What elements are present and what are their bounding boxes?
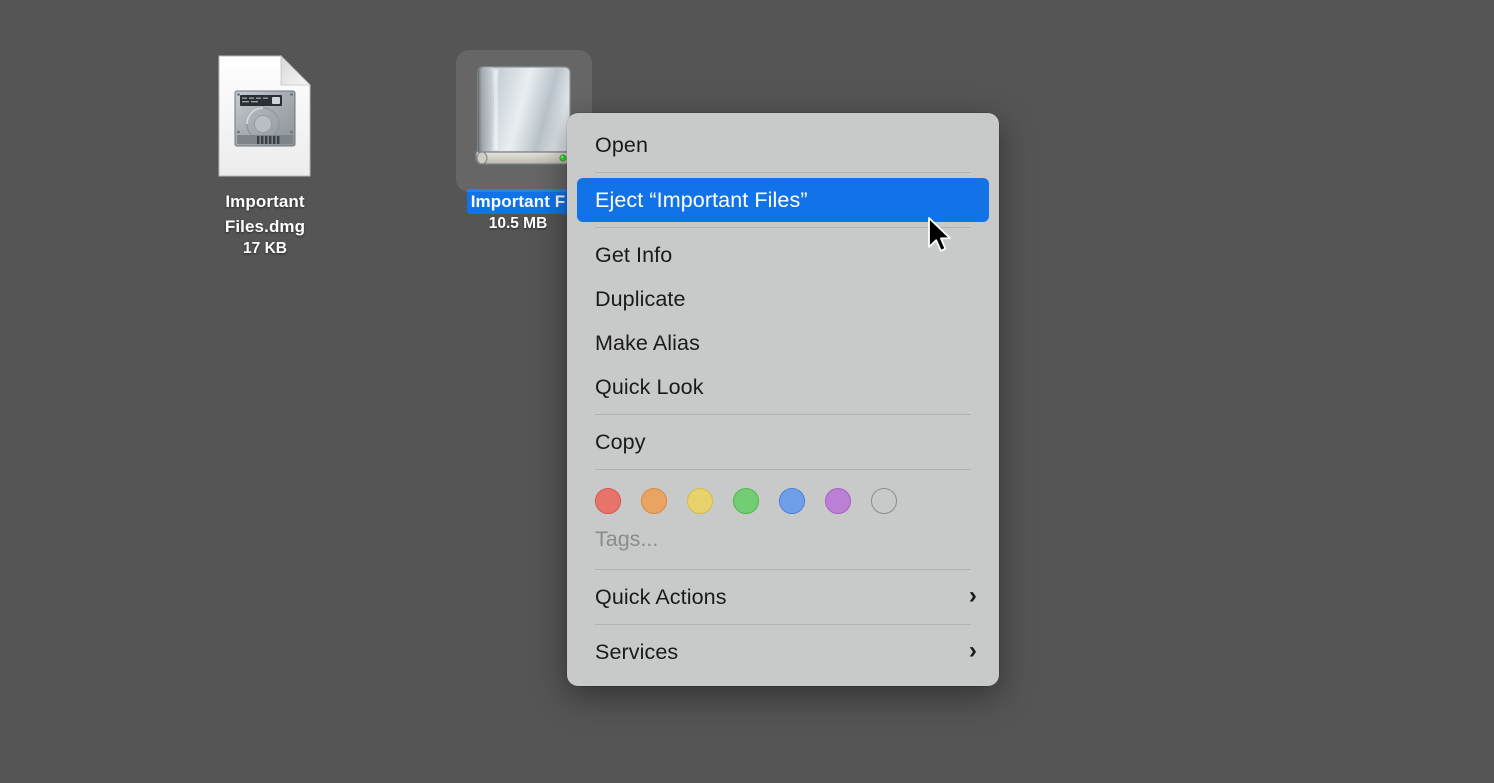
tag-swatch-row[interactable] <box>567 475 999 523</box>
disk-image-document-icon <box>201 52 329 180</box>
tag-swatch-blue[interactable] <box>779 488 805 514</box>
chevron-right-icon: › <box>968 637 977 664</box>
menu-item-services[interactable]: Services › <box>567 630 999 674</box>
menu-item-label: Make Alias <box>595 330 700 355</box>
chevron-right-icon: › <box>968 582 977 609</box>
menu-separator <box>595 414 971 415</box>
menu-item-label: Copy <box>595 429 646 454</box>
menu-item-duplicate[interactable]: Duplicate <box>567 277 999 321</box>
external-drive-icon <box>454 50 592 192</box>
menu-item-quick-actions[interactable]: Quick Actions › <box>567 575 999 619</box>
menu-item-open[interactable]: Open <box>567 123 999 167</box>
menu-item-label: Open <box>595 132 648 157</box>
menu-separator <box>595 469 971 470</box>
desktop-icon-important-files-dmg[interactable]: Important Files.dmg 17 KB <box>175 52 355 258</box>
menu-item-label: Services <box>595 639 679 664</box>
menu-item-eject[interactable]: Eject “Important Files” <box>577 178 989 222</box>
desktop-icon-label-selected: Important F <box>466 189 570 214</box>
tag-swatch-purple[interactable] <box>825 488 851 514</box>
menu-item-get-info[interactable]: Get Info <box>567 233 999 277</box>
menu-item-make-alias[interactable]: Make Alias <box>567 321 999 365</box>
menu-item-label: Quick Look <box>595 374 704 399</box>
menu-item-label: Get Info <box>595 242 673 267</box>
menu-item-label: Quick Actions <box>595 584 727 609</box>
tags-input[interactable]: Tags... <box>567 523 999 564</box>
menu-item-label: Eject “Important Files” <box>595 187 808 212</box>
context-menu[interactable]: Open Eject “Important Files” Get Info Du… <box>567 113 999 686</box>
tag-swatch-green[interactable] <box>733 488 759 514</box>
tag-swatch-none[interactable] <box>871 488 897 514</box>
menu-separator <box>595 624 971 625</box>
desktop-icon-size: 10.5 MB <box>488 215 548 232</box>
desktop-icon-label: Important Files.dmg <box>224 192 306 236</box>
menu-separator <box>595 569 971 570</box>
tag-swatch-orange[interactable] <box>641 488 667 514</box>
menu-item-label: Duplicate <box>595 286 686 311</box>
desktop-icon-size: 17 KB <box>243 240 287 257</box>
tags-placeholder: Tags... <box>595 527 659 551</box>
menu-separator <box>595 227 971 228</box>
tag-swatch-red[interactable] <box>595 488 621 514</box>
menu-item-copy[interactable]: Copy <box>567 420 999 464</box>
menu-separator <box>595 172 971 173</box>
menu-item-quick-look[interactable]: Quick Look <box>567 365 999 409</box>
tag-swatch-yellow[interactable] <box>687 488 713 514</box>
